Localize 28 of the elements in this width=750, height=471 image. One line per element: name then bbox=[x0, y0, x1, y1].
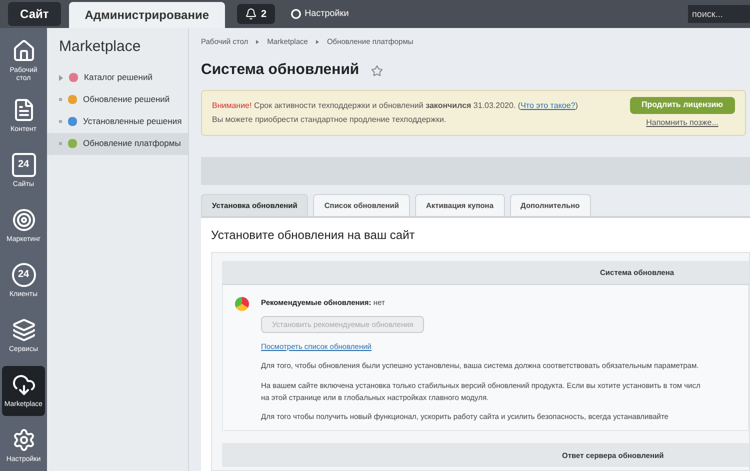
top-tab[interactable]: Администрирование bbox=[68, 2, 226, 28]
chevron-icon bbox=[256, 40, 260, 44]
sidebar-item[interactable]: Обновление платформы bbox=[47, 132, 188, 154]
remind-later-link[interactable]: Напомнить позже... bbox=[646, 116, 718, 129]
notice-text: Вы можете приобрести стандартное продление техподдержки. bbox=[212, 114, 448, 126]
settings-link[interactable]: Настройки bbox=[282, 4, 357, 24]
sidebar-item[interactable]: Каталог решений bbox=[47, 66, 188, 88]
section-title: Установите обновления на ваш сайт bbox=[211, 226, 416, 244]
house-icon bbox=[12, 39, 36, 63]
cloud-download-icon bbox=[12, 373, 36, 397]
star-icon[interactable] bbox=[371, 64, 384, 76]
calendar-icon: 24 bbox=[12, 153, 36, 177]
search-field[interactable]: поиск... bbox=[688, 5, 750, 23]
sidebar-item[interactable]: Установленные решения bbox=[47, 110, 188, 132]
circle-icon bbox=[290, 9, 301, 19]
notice-text: Внимание! Срок активности техподдержки и обновлений закончился 31.03.2020. (Что это такое?) bbox=[212, 100, 579, 112]
settings-icon bbox=[12, 428, 36, 452]
bell-icon bbox=[245, 8, 258, 20]
sidebar-item[interactable]: Обновление решений bbox=[47, 88, 188, 110]
layers-icon bbox=[12, 318, 36, 342]
help-link[interactable]: Что это такое? bbox=[520, 100, 576, 110]
notifications-button[interactable]: 2 bbox=[237, 4, 275, 24]
page-title: Система обновлений bbox=[201, 60, 360, 80]
target-icon bbox=[12, 208, 36, 232]
sidebar-title: Marketplace bbox=[58, 37, 142, 57]
chevron-icon bbox=[316, 40, 319, 44]
top-tab[interactable]: Сайт bbox=[8, 2, 61, 26]
cloud-badge-icon: 24 bbox=[12, 263, 36, 287]
